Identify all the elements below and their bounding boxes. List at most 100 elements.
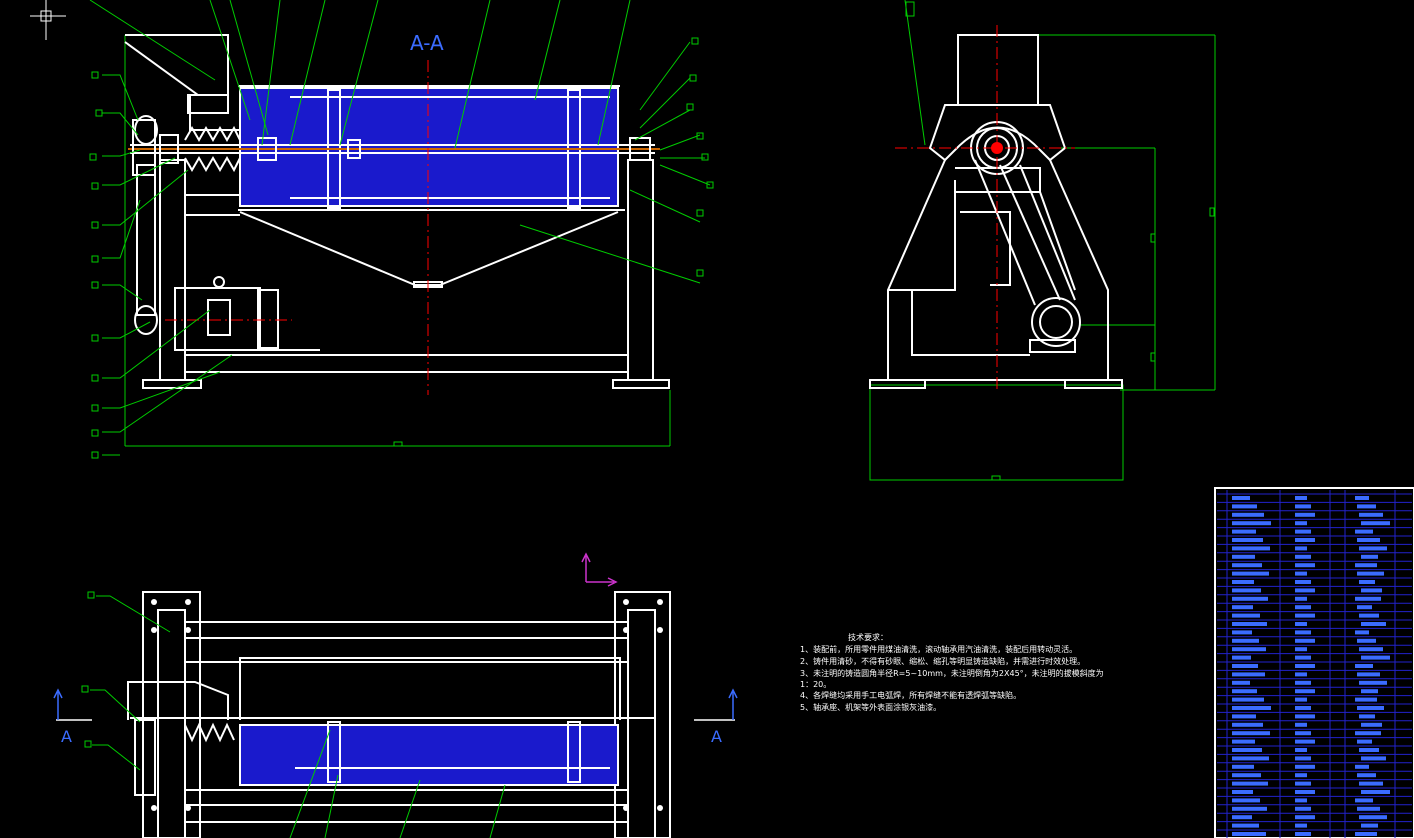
bom-cell-mark: [1232, 504, 1257, 509]
bom-cell-mark: [1357, 504, 1376, 509]
bom-cell-mark: [1295, 739, 1315, 744]
bom-cell-mark: [1357, 773, 1376, 778]
bom-cell-mark: [1295, 806, 1311, 811]
bom-cell-mark: [1295, 512, 1315, 517]
bom-cell-mark: [1295, 605, 1311, 610]
notes-line-1: 1、装配前，所用零件用煤油清洗，滚动轴承用汽油清洗，装配后用转动灵活。: [800, 644, 1077, 654]
bom-cell-mark: [1232, 563, 1262, 568]
bom-cell-mark: [1361, 756, 1386, 761]
bom-cell-mark: [1295, 622, 1307, 626]
bom-cell-mark: [1232, 706, 1271, 710]
section-marker-left: A: [61, 727, 72, 746]
notes-heading: 技术要求：: [848, 632, 888, 642]
cad-drawing-canvas[interactable]: A-A A A 技术要求： 1、装配前，所用零件用煤油清洗，滚动轴承用汽油清洗，…: [0, 0, 1414, 838]
bom-cell-mark: [1232, 571, 1269, 576]
ucs-axis-icon: [581, 552, 618, 587]
bom-cell-mark: [1232, 731, 1270, 736]
bom-cell-mark: [1295, 697, 1307, 702]
bom-cell-mark: [1359, 613, 1379, 618]
bom-cell-mark: [1355, 697, 1377, 702]
bom-cell-mark: [1355, 529, 1373, 534]
bom-cell-mark: [1359, 815, 1387, 820]
bom-cell-mark: [1295, 815, 1315, 820]
bom-cell-mark: [1295, 832, 1311, 836]
side-view: [869, 0, 1216, 481]
bom-cell-mark: [1355, 630, 1369, 635]
bom-cell-mark: [1361, 521, 1390, 526]
motor: [174, 276, 320, 351]
bom-cell-mark: [1232, 798, 1260, 803]
bom-cell-mark: [1361, 823, 1378, 828]
bom-cell-mark: [1232, 739, 1255, 744]
bom-cell-mark: [1232, 823, 1259, 828]
bom-cell-mark: [1295, 496, 1307, 500]
bom-cell-mark: [1355, 563, 1377, 568]
bom-cell-mark: [1232, 605, 1253, 610]
bom-cell-mark: [1359, 512, 1383, 517]
bom-cell-mark: [1295, 596, 1307, 601]
bom-cell-mark: [1232, 596, 1268, 601]
parts-list-table: [1214, 487, 1414, 838]
bom-cell-mark: [1295, 529, 1311, 534]
section-title: A-A: [410, 31, 444, 55]
bom-cell-mark: [1359, 680, 1387, 685]
bom-cell-mark: [1295, 647, 1307, 652]
bom-cell-mark: [1232, 680, 1250, 685]
bom-cell-mark: [1295, 638, 1315, 643]
bom-cell-mark: [1295, 672, 1307, 677]
bom-cell-mark: [1232, 672, 1265, 677]
bom-cell-mark: [1232, 647, 1266, 652]
bom-cell-mark: [1232, 638, 1259, 643]
bom-cell-mark: [1361, 588, 1382, 593]
notes-line-2: 2、铸件用清砂，不得有砂眼、缩松、缩孔等明显铸造缺陷，并需进行时效处理。: [800, 656, 1085, 666]
drum-hatch-section: [239, 87, 619, 207]
bom-cell-mark: [1232, 714, 1256, 719]
bom-cell-mark: [1232, 655, 1251, 660]
bom-cell-mark: [1357, 706, 1384, 710]
bom-cell-mark: [1359, 714, 1375, 719]
bom-cell-mark: [1295, 680, 1311, 685]
bom-cell-mark: [1232, 554, 1255, 559]
bom-cell-mark: [1295, 538, 1315, 542]
bom-cell-mark: [1355, 664, 1373, 668]
bom-cell-mark: [1232, 781, 1268, 786]
bom-cell-mark: [1295, 580, 1311, 584]
bom-cell-mark: [1232, 622, 1267, 626]
bom-cell-mark: [1232, 697, 1264, 702]
plan-view: A A: [53, 591, 738, 838]
bom-cell-mark: [1232, 580, 1254, 584]
bom-cell-mark: [1295, 571, 1307, 576]
bom-cell-mark: [1361, 790, 1390, 794]
bom-cell-mark: [1232, 521, 1271, 526]
bom-cell-mark: [1355, 764, 1369, 769]
bom-cell-mark: [1295, 731, 1311, 736]
notes-line-5: 4、各焊缝均采用手工电弧焊，所有焊缝不能有透焊弧等缺陷。: [800, 690, 1021, 700]
bom-cell-mark: [1232, 764, 1254, 769]
bom-cell-mark: [1295, 504, 1311, 509]
notes-line-4: 1：20。: [800, 680, 831, 689]
bom-cell-mark: [1295, 630, 1311, 635]
bom-cell-mark: [1359, 748, 1379, 752]
bom-cell-mark: [1232, 512, 1264, 517]
bom-cell-mark: [1232, 773, 1261, 778]
bom-cell-mark: [1295, 714, 1315, 719]
bom-cell-mark: [1357, 538, 1380, 542]
bom-cell-mark: [1295, 773, 1307, 778]
bom-cell-mark: [1295, 563, 1315, 568]
bom-cell-mark: [1361, 554, 1378, 559]
bom-cell-mark: [1232, 588, 1261, 593]
bom-cell-mark: [1295, 781, 1311, 786]
bom-cell-mark: [1232, 538, 1263, 542]
bom-cell-mark: [1357, 605, 1372, 610]
bom-cell-mark: [1232, 748, 1262, 752]
bom-cell-mark: [1295, 664, 1315, 668]
bom-cell-mark: [1232, 722, 1263, 727]
bom-cell-mark: [1355, 496, 1369, 500]
bom-cell-mark: [1232, 529, 1256, 534]
bom-cell-mark: [1232, 664, 1258, 668]
bom-cell-mark: [1361, 622, 1386, 626]
bom-cell-mark: [1361, 655, 1390, 660]
bom-cell-mark: [1295, 722, 1307, 727]
bom-cell-mark: [1232, 806, 1267, 811]
bom-cell-mark: [1361, 722, 1382, 727]
